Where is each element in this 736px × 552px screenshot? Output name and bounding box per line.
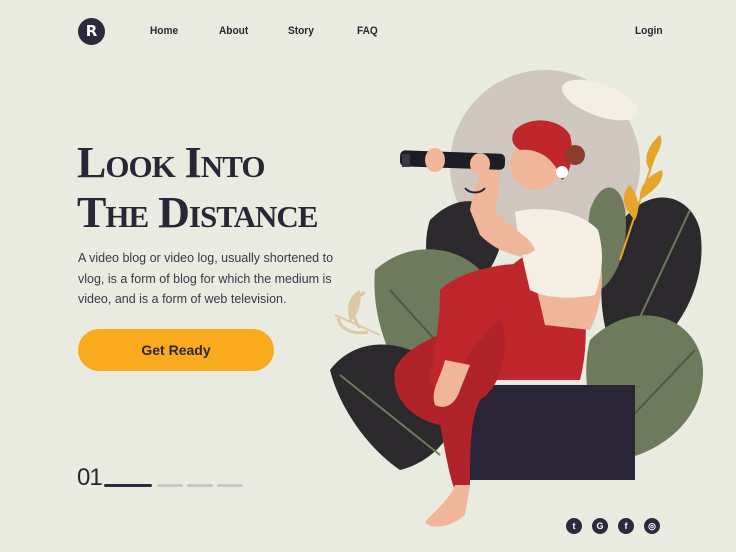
nav-home[interactable]: Home: [150, 25, 178, 37]
hand: [425, 148, 445, 172]
nav-faq[interactable]: FAQ: [357, 25, 378, 37]
slide-number: 01: [77, 464, 103, 491]
nav-story[interactable]: Story: [288, 25, 314, 37]
hero-description: A video blog or video log, usually short…: [78, 251, 334, 306]
get-ready-button[interactable]: Get Ready: [78, 329, 274, 371]
hero-title-line-1: Look Into: [77, 138, 265, 187]
hero-title-line-2: The Distance: [77, 188, 318, 237]
slide-dot[interactable]: [104, 484, 152, 487]
nav-about[interactable]: About: [219, 25, 248, 37]
hero-illustration: [330, 70, 704, 527]
nav-login[interactable]: Login: [635, 25, 663, 37]
hero-title: Look Into The Distance: [77, 138, 318, 238]
seat-block: [465, 385, 635, 480]
foot-back: [425, 485, 470, 527]
hair-bun: [565, 145, 585, 165]
brand-logo[interactable]: R: [78, 18, 105, 45]
slide-dot[interactable]: [187, 484, 213, 487]
slide-dot[interactable]: [157, 484, 183, 487]
slide-dot[interactable]: [217, 484, 243, 487]
